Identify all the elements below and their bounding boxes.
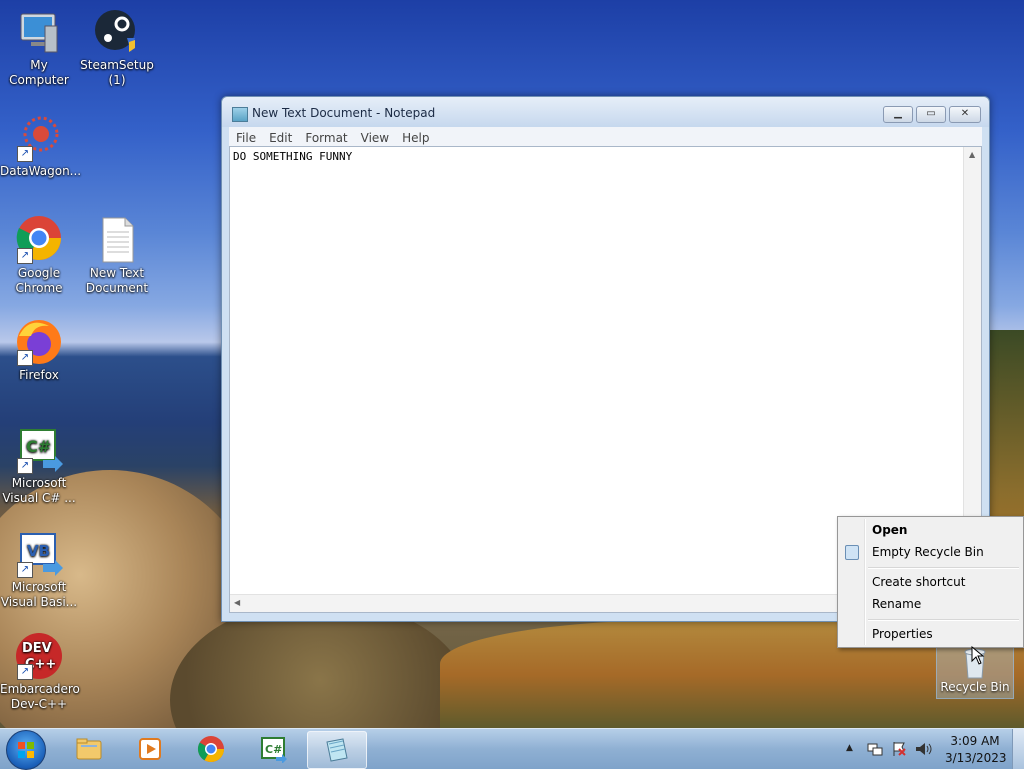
- shortcut-arrow-icon: ↗: [17, 562, 33, 578]
- svg-text:C#: C#: [265, 743, 282, 756]
- network-icon[interactable]: [867, 741, 883, 757]
- context-item-label: Empty Recycle Bin: [872, 545, 984, 559]
- menu-bar: File Edit Format View Help: [229, 127, 982, 146]
- context-menu: Open Empty Recycle Bin Create shortcut R…: [837, 516, 1024, 648]
- action-center-flag-icon[interactable]: [891, 741, 907, 757]
- desktop-icon-label: Embarcadero Dev-C++: [0, 682, 80, 711]
- taskbar-windows-explorer[interactable]: [60, 731, 118, 767]
- computer-icon: [15, 8, 63, 56]
- context-item-properties[interactable]: Properties: [840, 623, 1021, 645]
- maximize-button[interactable]: ▭: [916, 106, 946, 123]
- visual-csharp-icon: C#: [261, 737, 287, 763]
- taskbar-notepad[interactable]: [307, 731, 367, 769]
- scroll-left-arrow-icon[interactable]: ◀: [234, 598, 240, 607]
- desktop-icon-visual-csharp[interactable]: C# ↗ Microsoft Visual C# ...: [0, 426, 78, 506]
- desktop-icon-label: New Text Document: [85, 266, 149, 295]
- context-item-create-shortcut[interactable]: Create shortcut: [840, 571, 1021, 593]
- desktop-icon-new-text-document[interactable]: New Text Document: [78, 216, 156, 296]
- window-titlebar[interactable]: New Text Document - Notepad ▁ ▭ ✕: [222, 97, 989, 127]
- desktop-icon-embarcadero-devcpp[interactable]: DEV C++ ↗ Embarcadero Dev-C++: [0, 632, 80, 712]
- taskbar-media-player[interactable]: [121, 731, 179, 767]
- scroll-up-arrow-icon[interactable]: ▲: [969, 150, 975, 159]
- desktop-icon-label: Recycle Bin: [940, 680, 1010, 694]
- context-item-open[interactable]: Open: [840, 519, 1021, 541]
- show-desktop-button[interactable]: [1012, 729, 1024, 769]
- notepad-icon: [232, 107, 248, 122]
- datawagon-icon: ↗: [15, 114, 63, 162]
- shortcut-arrow-icon: ↗: [17, 248, 33, 264]
- window-title: New Text Document - Notepad: [252, 106, 436, 120]
- desktop-icon-label: Microsoft Visual C# ...: [2, 476, 76, 505]
- context-item-rename[interactable]: Rename: [840, 593, 1021, 615]
- desktop-icon-label: My Computer: [9, 58, 69, 87]
- taskbar: C# ▲ 3:09 AM 3/13/2023: [0, 728, 1024, 770]
- desktop-icon-visual-basic[interactable]: VB ↗ Microsoft Visual Basi...: [0, 530, 78, 610]
- desktop-icon-label: Google Chrome: [15, 266, 63, 295]
- shortcut-arrow-icon: ↗: [17, 458, 33, 474]
- taskbar-chrome[interactable]: [182, 731, 240, 767]
- svg-text:C#: C#: [26, 437, 51, 456]
- desktop-icon-firefox[interactable]: ↗ Firefox: [0, 318, 78, 383]
- desktop[interactable]: My Computer SteamSetup (1) ↗ DataWagon..…: [0, 0, 1024, 728]
- menu-separator: [868, 619, 1019, 621]
- minimize-button[interactable]: ▁: [883, 106, 913, 123]
- notepad-icon: [326, 738, 348, 762]
- clock-time[interactable]: 3:09 AM: [945, 734, 1005, 748]
- text-file-icon: [93, 216, 141, 264]
- steam-icon: [93, 8, 141, 56]
- taskbar-visual-csharp[interactable]: C#: [245, 731, 303, 767]
- document-text[interactable]: DO SOMETHING FUNNY: [233, 150, 352, 163]
- desktop-icon-label: Microsoft Visual Basi...: [0, 580, 78, 609]
- devcpp-icon: DEV C++ ↗: [15, 632, 63, 680]
- close-button[interactable]: ✕: [949, 106, 981, 123]
- mouse-cursor-icon: [971, 646, 985, 665]
- desktop-icon-label: Firefox: [19, 368, 59, 382]
- shortcut-arrow-icon: ↗: [17, 350, 33, 366]
- desktop-icon-steamsetup[interactable]: SteamSetup (1): [78, 8, 156, 88]
- desktop-icon-datawagon[interactable]: ↗ DataWagon...: [0, 114, 82, 179]
- svg-text:DEV: DEV: [22, 641, 52, 656]
- show-hidden-icons-button[interactable]: ▲: [846, 743, 853, 753]
- svg-text:VB: VB: [27, 542, 50, 560]
- start-button[interactable]: [6, 730, 46, 770]
- context-item-empty-recycle-bin[interactable]: Empty Recycle Bin: [840, 541, 1021, 563]
- visual-csharp-icon: C# ↗: [15, 426, 63, 474]
- volume-icon[interactable]: [914, 741, 932, 757]
- chrome-icon: ↗: [15, 216, 63, 264]
- clock-date[interactable]: 3/13/2023: [945, 751, 1007, 765]
- desktop-icon-label: SteamSetup (1): [80, 58, 154, 87]
- media-player-icon: [139, 738, 161, 760]
- chrome-icon: [197, 736, 225, 763]
- desktop-icon-label: DataWagon...: [0, 164, 82, 178]
- shortcut-arrow-icon: ↗: [17, 146, 33, 162]
- menu-separator: [868, 567, 1019, 569]
- folder-icon: [76, 738, 102, 760]
- firefox-icon: ↗: [15, 318, 63, 366]
- shortcut-arrow-icon: ↗: [17, 664, 33, 680]
- recycle-bin-icon: [845, 545, 859, 560]
- windows-logo-icon: [18, 742, 34, 758]
- desktop-icon-google-chrome[interactable]: ↗ Google Chrome: [0, 216, 78, 296]
- desktop-icon-my-computer[interactable]: My Computer: [0, 8, 78, 88]
- visual-basic-icon: VB ↗: [15, 530, 63, 578]
